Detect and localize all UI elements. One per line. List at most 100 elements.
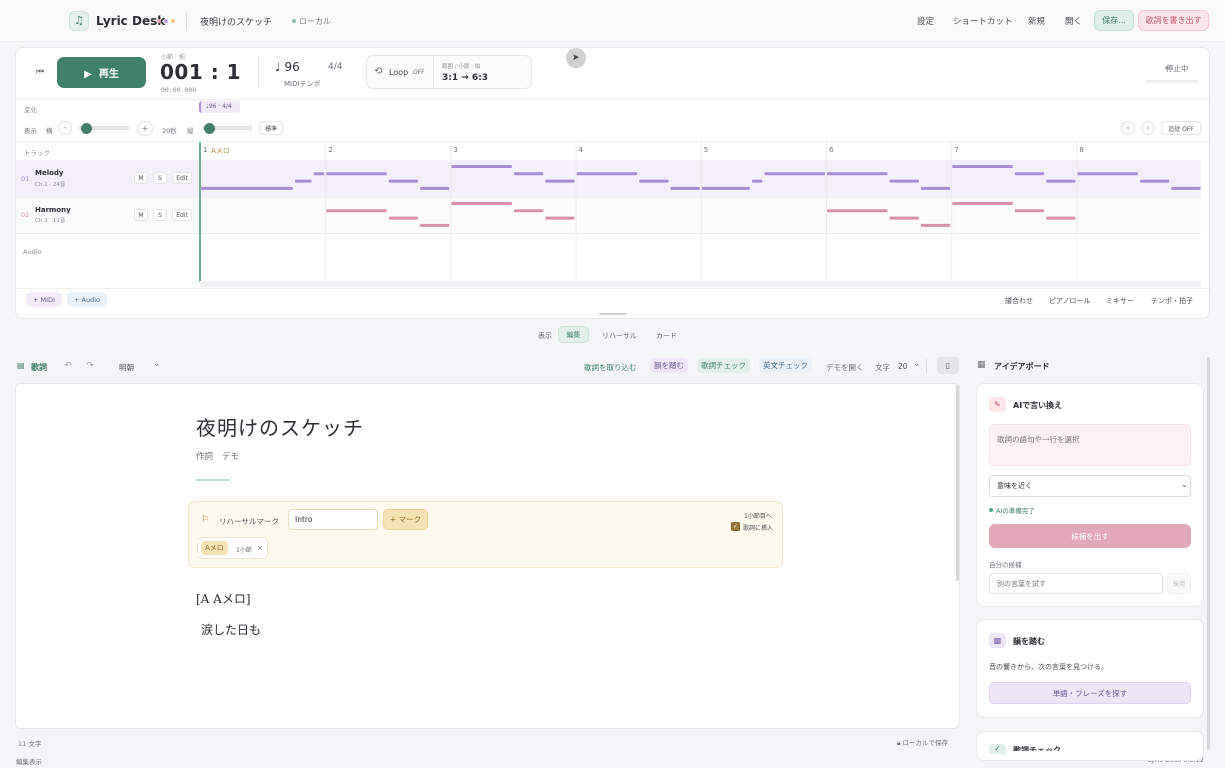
goto-bar-link[interactable]: 1小節目へ bbox=[744, 511, 772, 520]
harmony-note[interactable] bbox=[889, 216, 919, 220]
standard-zoom-button[interactable]: 標準 bbox=[259, 121, 283, 135]
redo-icon[interactable]: ↷ bbox=[83, 359, 97, 373]
harmony-note[interactable] bbox=[514, 209, 544, 213]
bar-marker-label[interactable]: Aメロ bbox=[211, 146, 230, 156]
generate-candidates-button[interactable]: 候補を出す bbox=[989, 524, 1191, 548]
demo-field[interactable]: デモ bbox=[222, 450, 239, 462]
new-button[interactable]: 新規 bbox=[1028, 15, 1045, 27]
melody-note[interactable] bbox=[764, 172, 825, 176]
lyric-line[interactable]: 涙した日も bbox=[201, 621, 261, 638]
melody-note[interactable] bbox=[670, 186, 700, 190]
score-align-link[interactable]: 譜合わせ bbox=[1005, 296, 1033, 306]
save-button[interactable]: 保存... bbox=[1094, 10, 1134, 31]
mixer-link[interactable]: ミキサー bbox=[1106, 296, 1134, 306]
adopt-button[interactable]: 採用 bbox=[1167, 573, 1191, 594]
playhead[interactable] bbox=[199, 142, 201, 282]
lyricist-field[interactable]: 作詞 bbox=[196, 450, 213, 462]
melody-note[interactable] bbox=[451, 165, 512, 168]
bar-number[interactable]: 6 bbox=[829, 146, 833, 154]
open-demo-button[interactable]: デモを開く bbox=[826, 362, 864, 373]
time-signature[interactable]: 4/4 bbox=[328, 62, 342, 72]
chevron-down-icon[interactable]: ⌄ bbox=[1181, 480, 1188, 489]
panel-toggle-icon[interactable]: ▯ bbox=[937, 357, 959, 374]
timeline[interactable]: 1 Aメロ 2 3 4 5 6 7 8 bbox=[200, 142, 1201, 287]
next-icon[interactable]: › bbox=[1141, 121, 1155, 135]
melody-note[interactable] bbox=[639, 179, 669, 183]
own-candidate-input[interactable] bbox=[989, 573, 1163, 594]
horizontal-zoom-handle[interactable] bbox=[80, 123, 92, 134]
harmony-note[interactable] bbox=[1046, 216, 1076, 220]
rehearsal-mark-input[interactable] bbox=[288, 509, 378, 530]
loop-toggle[interactable]: Loop bbox=[389, 68, 408, 77]
idea-board-scrollbar[interactable] bbox=[1207, 357, 1210, 750]
find-phrase-button[interactable]: 単語・フレーズを探す bbox=[989, 682, 1191, 704]
bar-number[interactable]: 7 bbox=[954, 146, 958, 154]
follow-toggle[interactable]: 追従 OFF bbox=[1161, 121, 1201, 135]
tempo-change-chip[interactable]: ♩96 · 4/4 bbox=[199, 101, 240, 113]
melody-note[interactable] bbox=[326, 172, 387, 176]
font-size-select[interactable]: 20 bbox=[898, 362, 908, 371]
mute-button[interactable]: M bbox=[134, 172, 148, 184]
undo-icon[interactable]: ↶ bbox=[61, 359, 75, 373]
harmony-note[interactable] bbox=[420, 223, 450, 227]
loop-icon[interactable]: ⟲ bbox=[374, 66, 382, 77]
editor-scrollbar[interactable] bbox=[956, 385, 959, 581]
harmony-note[interactable] bbox=[545, 216, 575, 220]
rewind-icon[interactable]: ⏮ bbox=[33, 65, 47, 79]
harmony-note[interactable] bbox=[827, 209, 888, 213]
bar-number[interactable]: 2 bbox=[328, 146, 332, 154]
melody-note[interactable] bbox=[1014, 172, 1045, 176]
piano-roll-link[interactable]: ピアノロール bbox=[1049, 296, 1090, 306]
zoom-out-button[interactable]: - bbox=[58, 121, 72, 135]
timeline-scrollbar[interactable] bbox=[200, 281, 1201, 287]
harmony-note[interactable] bbox=[326, 209, 387, 213]
bar-number[interactable]: 3 bbox=[453, 146, 457, 154]
insert-checkbox[interactable]: ✓ bbox=[731, 522, 740, 531]
bar-number[interactable]: 1 bbox=[203, 146, 207, 154]
harmony-note[interactable] bbox=[920, 223, 951, 227]
document-title[interactable]: 夜明けのスケッチ bbox=[200, 15, 272, 28]
add-midi-button[interactable]: + MIDI bbox=[26, 292, 62, 307]
melody-note[interactable] bbox=[514, 172, 544, 176]
bar-number[interactable]: 8 bbox=[1079, 146, 1083, 154]
melody-note[interactable] bbox=[313, 172, 325, 176]
lyric-line[interactable]: [A Aメロ] bbox=[196, 590, 251, 607]
melody-note[interactable] bbox=[1171, 186, 1201, 190]
export-lyrics-button[interactable]: 歌詞を書き出す bbox=[1138, 10, 1209, 31]
harmony-note[interactable] bbox=[952, 202, 1013, 205]
ai-phrase-input[interactable] bbox=[989, 424, 1191, 466]
english-check-button[interactable]: 英文チェック bbox=[759, 358, 812, 373]
melody-note[interactable] bbox=[201, 186, 293, 190]
melody-note[interactable] bbox=[545, 179, 575, 183]
track-name[interactable]: Harmony bbox=[35, 206, 71, 214]
melody-note[interactable] bbox=[1140, 179, 1170, 183]
resize-handle[interactable] bbox=[599, 313, 626, 315]
harmony-note[interactable] bbox=[1014, 209, 1045, 213]
add-audio-button[interactable]: + Audio bbox=[67, 292, 107, 307]
vertical-zoom-handle[interactable] bbox=[204, 123, 215, 134]
lyric-check-button[interactable]: 歌詞チェック bbox=[697, 358, 750, 373]
melody-note[interactable] bbox=[827, 172, 888, 176]
rhyme-button[interactable]: 韻を踏む bbox=[650, 358, 688, 373]
melody-note[interactable] bbox=[1077, 172, 1138, 176]
tab-card[interactable]: カード bbox=[656, 331, 677, 341]
font-select[interactable]: 明朝 bbox=[119, 362, 134, 373]
harmony-note[interactable] bbox=[451, 202, 512, 205]
bar-number[interactable]: 5 bbox=[704, 146, 708, 154]
open-button[interactable]: 開く bbox=[1065, 15, 1082, 27]
melody-note[interactable] bbox=[576, 172, 638, 176]
bar-number[interactable]: 4 bbox=[579, 146, 583, 154]
melody-note[interactable] bbox=[952, 165, 1013, 168]
ai-mode-select[interactable]: 意味を近く bbox=[989, 475, 1191, 497]
melody-note[interactable] bbox=[1046, 179, 1076, 183]
solo-button[interactable]: S bbox=[153, 209, 167, 221]
piano-roll[interactable] bbox=[200, 142, 1201, 281]
melody-note[interactable] bbox=[889, 179, 919, 183]
range-readout[interactable]: 3:1 → 6:3 bbox=[442, 73, 488, 83]
melody-note[interactable] bbox=[701, 186, 750, 190]
mute-button[interactable]: M bbox=[134, 209, 148, 221]
melody-note[interactable] bbox=[920, 186, 951, 190]
song-title[interactable]: 夜明けのスケッチ bbox=[196, 412, 364, 441]
play-button[interactable]: ▶ 再生 bbox=[57, 57, 146, 88]
shortcuts-button[interactable]: ショートカット bbox=[953, 15, 1013, 27]
